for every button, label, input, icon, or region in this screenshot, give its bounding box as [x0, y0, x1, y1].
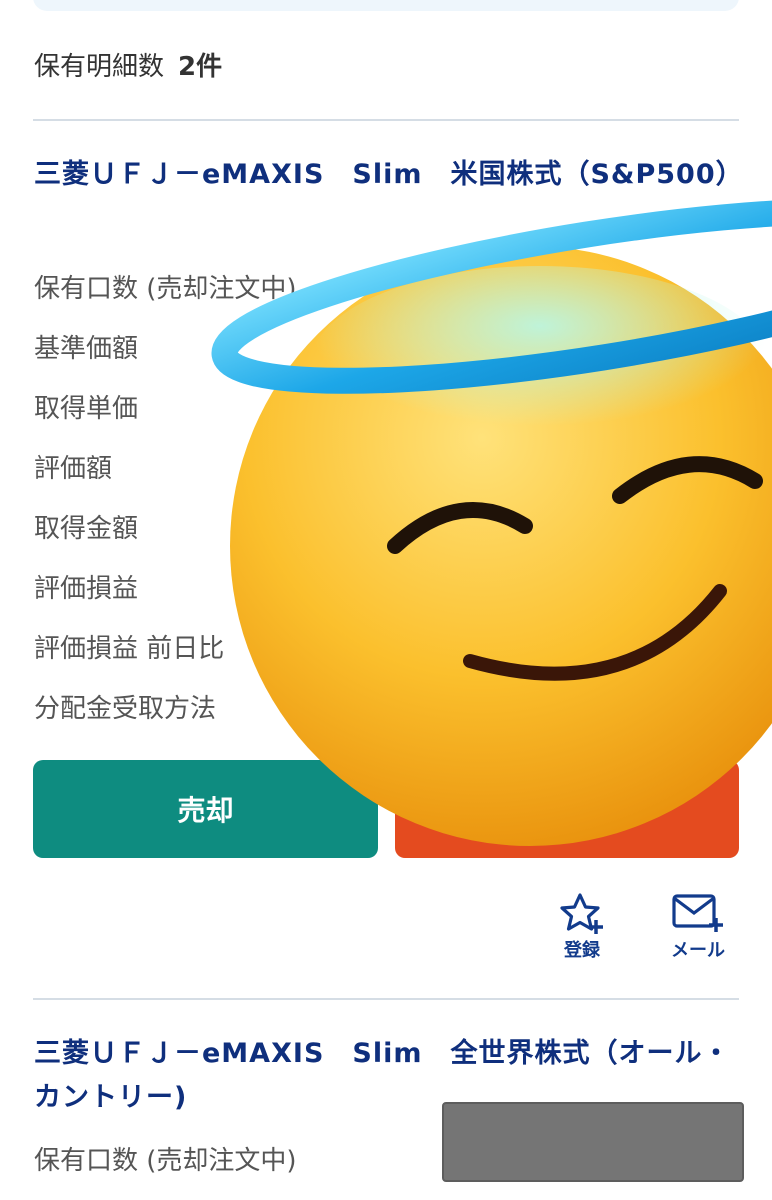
row-label-valuation: 評価額 [34, 453, 113, 484]
divider [33, 119, 739, 121]
holdings-count: 保有明細数 2件 [34, 46, 222, 83]
emoji-face [230, 246, 772, 846]
emoji-glow [310, 266, 770, 466]
emoji-smile [463, 584, 727, 681]
register-label: 登録 [564, 940, 600, 961]
sell-button[interactable]: 売却 [33, 760, 378, 858]
row-label-holding-units: 保有口数 (売却注文中) [34, 273, 297, 304]
emoji-halo [211, 198, 772, 394]
row-label-acquisition-unit-price: 取得単価 [34, 393, 139, 424]
fund-detail-rows: 保有口数 (売却注文中) 基準価額 取得単価 評価額 取得金額 評価損益 評価損… [34, 256, 297, 736]
emoji-left-eye [387, 502, 533, 554]
row-label-holding-units: 保有口数 (売却注文中) [34, 1145, 297, 1176]
emoji-right-eye [612, 456, 763, 504]
mail-alert-button[interactable]: メール [658, 892, 738, 962]
row-label-unrealized-gain: 評価損益 [34, 573, 139, 604]
buy-button[interactable] [395, 760, 739, 858]
previous-card-edge [33, 0, 739, 11]
row-label-acquisition-amount: 取得金額 [34, 513, 139, 544]
star-plus-icon [560, 893, 603, 934]
fund-title-1[interactable]: 三菱ＵＦＪ－eMAXIS Slim 米国株式（S&P500） [34, 153, 743, 197]
row-label-distribution-method: 分配金受取方法 [34, 693, 217, 724]
holdings-count-value: 2件 [178, 52, 223, 82]
row-label-gain-day-change: 評価損益 前日比 [34, 633, 225, 664]
divider [33, 998, 739, 1000]
redaction-box [442, 1102, 744, 1182]
holdings-count-label: 保有明細数 [34, 52, 165, 82]
mail-label: メール [671, 940, 725, 961]
mail-plus-icon [672, 894, 723, 932]
row-label-base-price: 基準価額 [34, 333, 139, 364]
register-favorite-button[interactable]: 登録 [542, 892, 622, 962]
